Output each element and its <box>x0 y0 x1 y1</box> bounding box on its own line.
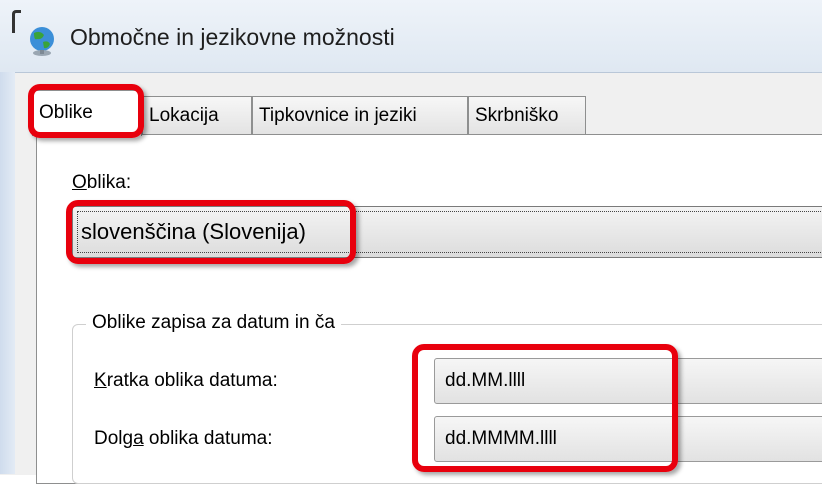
tab-oblike[interactable]: Oblike <box>32 90 142 136</box>
tab-skrbnisko[interactable]: Skrbniško <box>468 96 586 134</box>
tab-tipkovnice-in-jeziki[interactable]: Tipkovnice in jeziki <box>252 96 468 134</box>
tab-label: Oblike <box>39 102 93 123</box>
tab-label: Tipkovnice in jeziki <box>259 105 417 126</box>
group-title: Oblike zapisa za datum in ča <box>86 312 341 334</box>
short-date-value: dd.MM.llll <box>445 370 526 391</box>
format-select[interactable]: slovenščina (Slovenija) <box>72 206 822 258</box>
window-border-left <box>0 72 15 474</box>
tab-label: Skrbniško <box>475 105 559 126</box>
long-date-value: dd.MMMM.llll <box>445 428 557 449</box>
tab-lokacija[interactable]: Lokacija <box>142 96 252 134</box>
short-date-label: Kratka oblika datuma: <box>94 370 278 391</box>
title-bar: Območne in jezikovne možnosti <box>0 0 822 72</box>
globe-icon <box>30 27 54 56</box>
short-date-select[interactable]: dd.MM.llll <box>434 358 822 404</box>
window-corner <box>12 10 21 33</box>
long-date-select[interactable]: dd.MMMM.llll <box>434 416 822 462</box>
tab-label: Lokacija <box>149 105 219 126</box>
focus-rectangle <box>77 211 822 253</box>
window-title: Območne in jezikovne možnosti <box>70 24 395 50</box>
long-date-label: Dolga oblika datuma: <box>94 428 273 449</box>
format-label: Oblika: <box>72 172 132 193</box>
